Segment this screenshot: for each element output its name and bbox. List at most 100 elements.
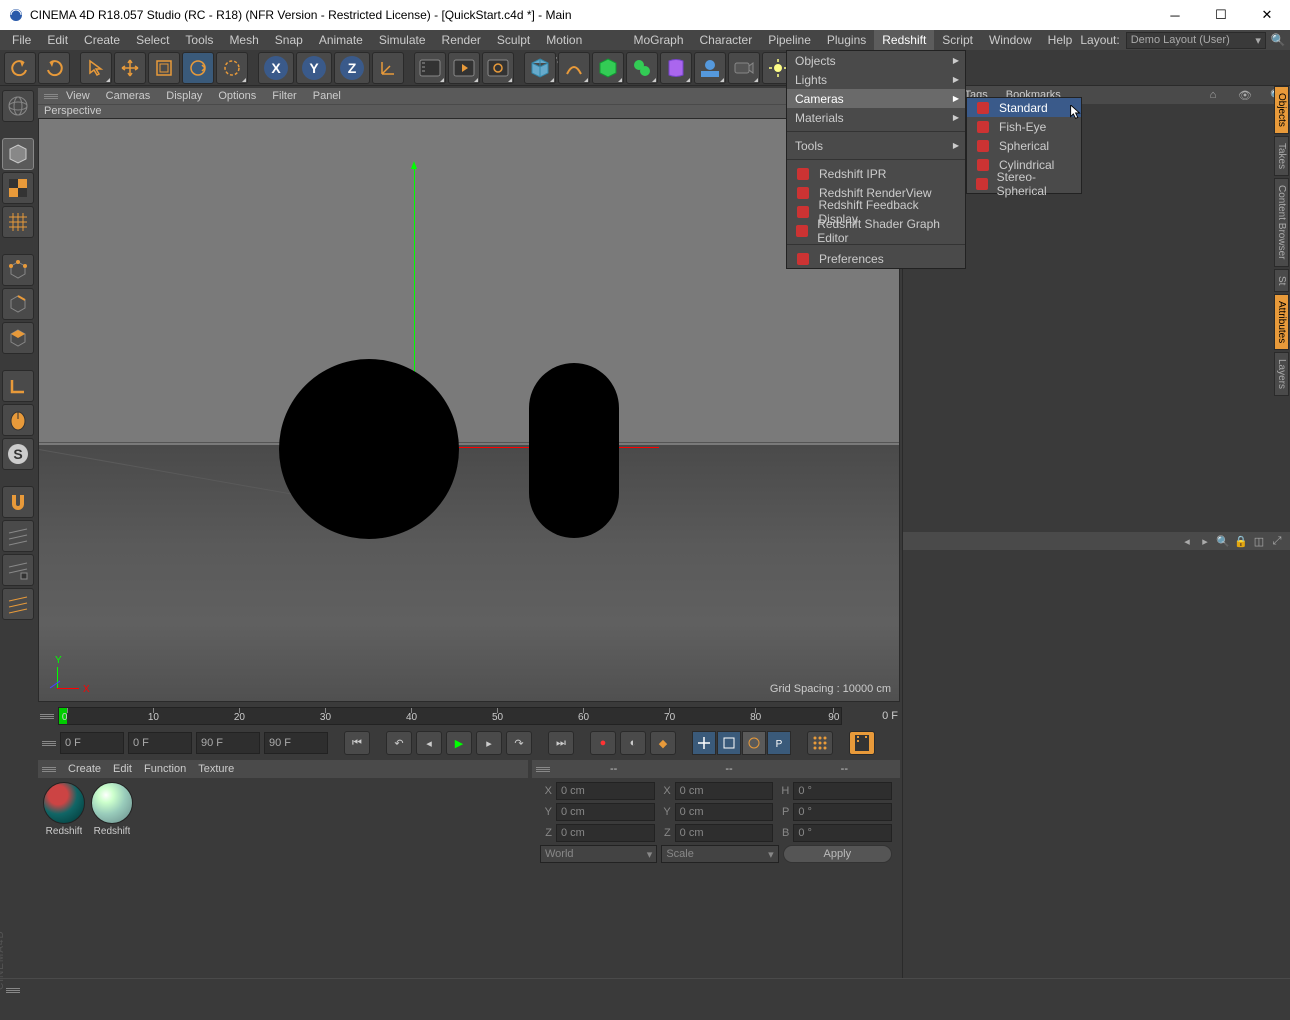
menu-item-redshift-ipr[interactable]: Redshift IPR <box>787 164 965 183</box>
vp-menu-filter[interactable]: Filter <box>264 90 304 102</box>
coord-system-button[interactable] <box>372 52 404 84</box>
deformer-button[interactable] <box>660 52 692 84</box>
lock-icon[interactable]: 🔒 <box>1234 534 1248 548</box>
key-rot-button[interactable] <box>742 731 766 755</box>
nav-fwd-icon[interactable]: ▸ <box>1198 534 1212 548</box>
coord-space-combo[interactable]: World▾ <box>540 845 657 863</box>
total-frames-field[interactable]: 90 F <box>264 732 328 754</box>
generator-button[interactable] <box>592 52 624 84</box>
menu-mograph[interactable]: MoGraph <box>625 30 691 50</box>
coord-b-rot[interactable]: 0 ° <box>793 824 892 842</box>
mat-menu-edit[interactable]: Edit <box>113 763 132 775</box>
globe-icon[interactable] <box>2 90 34 122</box>
autokey-button[interactable]: ◐ <box>620 731 646 755</box>
go-end-button[interactable]: ⏭ <box>548 731 574 755</box>
home-icon[interactable]: ⌂ <box>1206 88 1220 102</box>
close-button[interactable]: ✕ <box>1244 0 1290 30</box>
material-item[interactable]: Redshift <box>90 782 134 837</box>
record-button[interactable]: ● <box>590 731 616 755</box>
texture-mode-button[interactable] <box>2 172 34 204</box>
menu-character[interactable]: Character <box>692 30 761 50</box>
undo-button[interactable] <box>4 52 36 84</box>
s-mode-button[interactable]: S <box>2 438 34 470</box>
menu-help[interactable]: Help <box>1040 30 1081 50</box>
menu-item-preferences[interactable]: Preferences <box>787 249 965 268</box>
menu-snap[interactable]: Snap <box>267 30 311 50</box>
search-icon[interactable]: 🔍 <box>1270 31 1286 49</box>
maximize-button[interactable]: ☐ <box>1198 0 1244 30</box>
menu-item-materials[interactable]: Materials▶ <box>787 108 965 127</box>
prev-key-button[interactable]: ↶ <box>386 731 412 755</box>
spline-button[interactable] <box>558 52 590 84</box>
locked-workplane-button[interactable] <box>2 588 34 620</box>
axis-l-button[interactable] <box>2 370 34 402</box>
grip-icon[interactable] <box>44 94 58 99</box>
mat-menu-texture[interactable]: Texture <box>198 763 234 775</box>
new-icon[interactable]: ◫ <box>1252 534 1266 548</box>
menu-item-tools-header[interactable]: Tools▶ <box>787 136 965 155</box>
vtab-layers[interactable]: Layers <box>1274 352 1289 396</box>
menu-window[interactable]: Window <box>981 30 1040 50</box>
coord-y-size[interactable]: 0 cm <box>675 803 774 821</box>
submenu-fisheye[interactable]: Fish-Eye <box>967 117 1081 136</box>
layout-combo[interactable]: Demo Layout (User) ▾ <box>1126 32 1266 49</box>
coord-x-size[interactable]: 0 cm <box>675 782 774 800</box>
menu-redshift[interactable]: Redshift <box>874 30 934 50</box>
move-tool[interactable] <box>114 52 146 84</box>
menu-tools[interactable]: Tools <box>177 30 221 50</box>
vp-menu-cameras[interactable]: Cameras <box>98 90 159 102</box>
coord-mode-combo[interactable]: Scale▾ <box>661 845 778 863</box>
coord-y-pos[interactable]: 0 cm <box>556 803 655 821</box>
menu-item-cameras[interactable]: Cameras▶ <box>787 89 965 108</box>
minimize-button[interactable]: ─ <box>1152 0 1198 30</box>
recent-tool[interactable] <box>216 52 248 84</box>
mat-menu-create[interactable]: Create <box>68 763 101 775</box>
key-grid-button[interactable] <box>807 731 833 755</box>
grip-icon[interactable] <box>42 767 56 772</box>
coord-z-size[interactable]: 0 cm <box>675 824 774 842</box>
coord-x-pos[interactable]: 0 cm <box>556 782 655 800</box>
nav-back-icon[interactable]: ◂ <box>1180 534 1194 548</box>
menu-pipeline[interactable]: Pipeline <box>760 30 819 50</box>
environment-button[interactable] <box>694 52 726 84</box>
redo-button[interactable] <box>38 52 70 84</box>
coord-h-rot[interactable]: 0 ° <box>793 782 892 800</box>
menu-file[interactable]: File <box>4 30 39 50</box>
mat-menu-function[interactable]: Function <box>144 763 186 775</box>
scale-tool[interactable] <box>148 52 180 84</box>
select-tool[interactable] <box>80 52 112 84</box>
menu-simulate[interactable]: Simulate <box>371 30 434 50</box>
generator2-button[interactable] <box>626 52 658 84</box>
range-end-field[interactable]: 90 F <box>196 732 260 754</box>
model-mode-button[interactable] <box>2 138 34 170</box>
prev-frame-button[interactable]: ◂ <box>416 731 442 755</box>
vtab-takes[interactable]: Takes <box>1274 136 1289 176</box>
menu-edit[interactable]: Edit <box>39 30 76 50</box>
menu-item-objects[interactable]: Objects▶ <box>787 51 965 70</box>
vp-menu-panel[interactable]: Panel <box>305 90 349 102</box>
eye-icon[interactable]: 👁 <box>1238 88 1252 102</box>
play-button[interactable]: ▶ <box>446 731 472 755</box>
points-mode-button[interactable] <box>2 254 34 286</box>
key-pos-button[interactable] <box>692 731 716 755</box>
menu-animate[interactable]: Animate <box>311 30 371 50</box>
mouse-mode-button[interactable] <box>2 404 34 436</box>
workplane-button[interactable] <box>2 206 34 238</box>
y-axis-button[interactable]: Y <box>296 52 332 84</box>
menu-script[interactable]: Script <box>934 30 981 50</box>
key-param-button[interactable]: P <box>767 731 791 755</box>
primitive-cube-button[interactable] <box>524 52 556 84</box>
render-button[interactable] <box>414 52 446 84</box>
edges-mode-button[interactable] <box>2 288 34 320</box>
key-scale-button[interactable] <box>717 731 741 755</box>
maximize-icon[interactable]: ⤢ <box>1270 534 1284 548</box>
viewport-capsule-object[interactable] <box>529 363 619 538</box>
rotate-tool[interactable] <box>182 52 214 84</box>
grid-snap-button[interactable] <box>2 520 34 552</box>
render-settings-button[interactable] <box>482 52 514 84</box>
make-preview-button[interactable] <box>849 731 875 755</box>
keyoptions-button[interactable]: ◆ <box>650 731 676 755</box>
menu-motion-tracker[interactable]: Motion Tracker <box>538 30 625 50</box>
material-item[interactable]: Redshift <box>42 782 86 837</box>
vp-menu-view[interactable]: View <box>58 90 98 102</box>
